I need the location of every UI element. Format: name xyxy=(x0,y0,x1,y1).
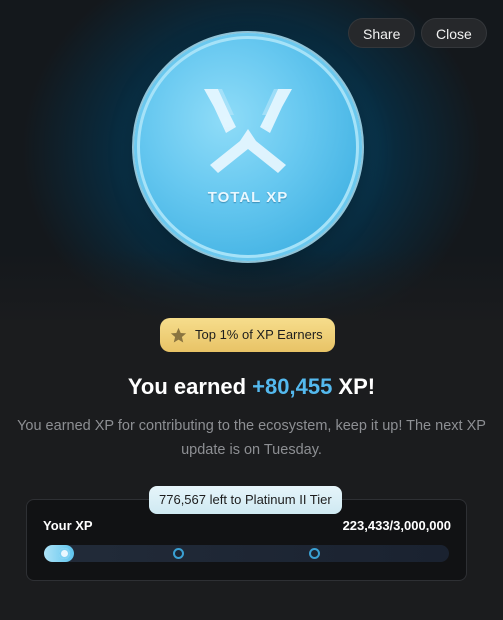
earned-description: You earned XP for contributing to the ec… xyxy=(17,418,486,458)
tier-remaining-tooltip: 776,567 left to Platinum II Tier xyxy=(149,486,342,514)
badge-text: Top 1% of XP Earners xyxy=(195,327,323,342)
tier-milestone-marker xyxy=(173,548,184,559)
coin-label: TOTAL XP xyxy=(207,189,289,206)
share-button[interactable]: Share xyxy=(348,18,416,48)
xp-modal: Share Close TOTAL XP Top 1% of XP Earner… xyxy=(0,0,503,620)
top-earner-badge: Top 1% of XP Earners xyxy=(160,318,335,352)
star-icon xyxy=(170,327,187,343)
close-button[interactable]: Close xyxy=(421,18,487,48)
xp-progress-knob xyxy=(59,548,70,559)
headline-suffix: XP! xyxy=(332,374,376,399)
your-xp-label: Your XP xyxy=(43,518,93,533)
earned-xp-amount: +80,455 xyxy=(252,374,333,399)
xp-logo-icon xyxy=(204,89,292,173)
earned-headline: You earned +80,455 XP! xyxy=(0,374,503,400)
headline-prefix: You earned xyxy=(127,374,253,399)
xp-count: 223,433/3,000,000 xyxy=(342,518,451,533)
total-xp-coin: TOTAL XP xyxy=(134,33,362,261)
xp-progress-bar xyxy=(44,545,449,562)
tier-milestone-marker xyxy=(309,548,320,559)
